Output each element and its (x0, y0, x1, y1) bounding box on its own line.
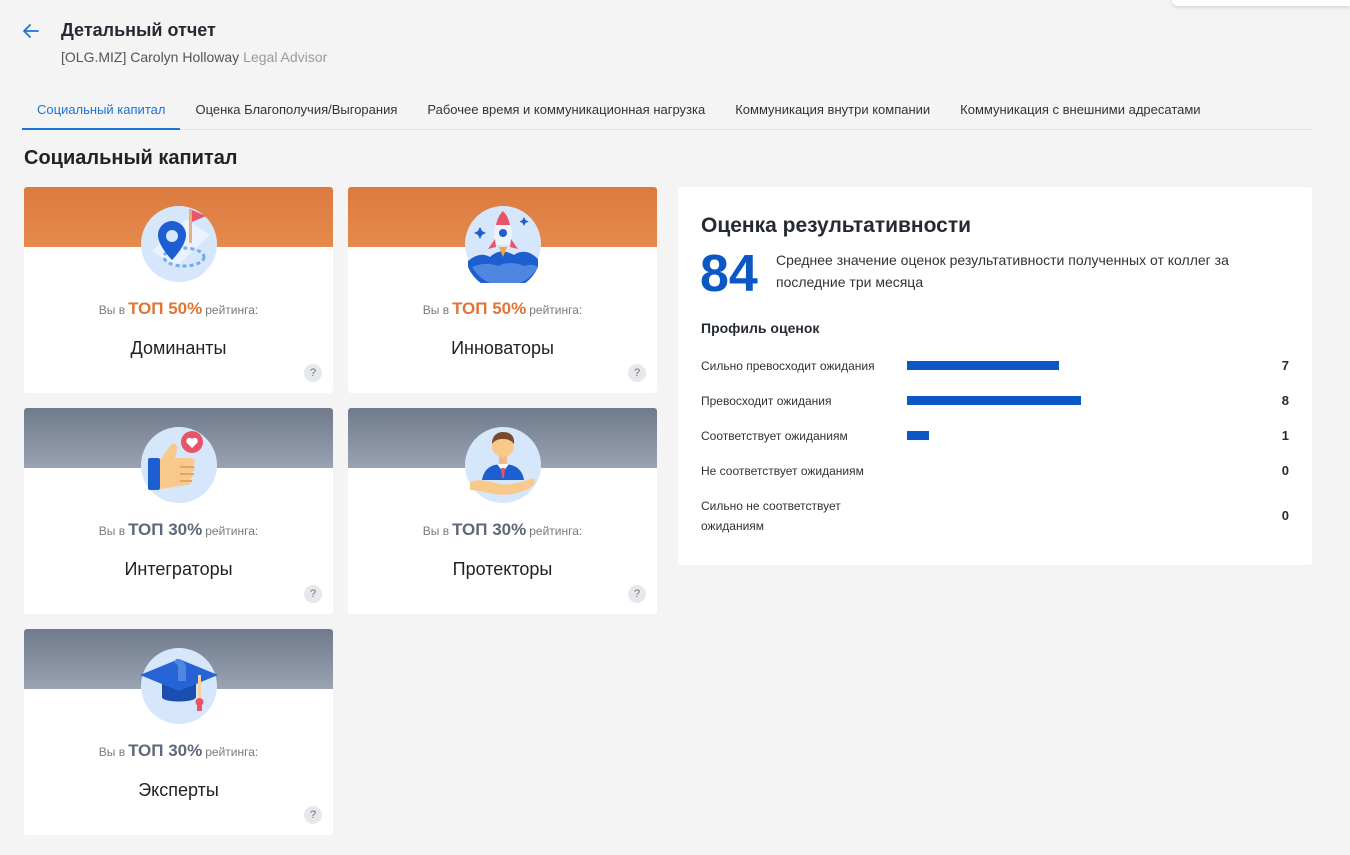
card-protectors: Вы в ТОП 30% рейтинга: Протекторы ? (348, 408, 657, 614)
tab-external-communication[interactable]: Коммуникация с внешними адресатами (945, 90, 1215, 130)
rank-text: Вы в ТОП 50% рейтинга: (422, 299, 583, 318)
performance-panel: Оценка результативности 84 Среднее значе… (678, 187, 1312, 565)
arrow-left-icon (23, 24, 39, 38)
rating-count: 7 (1281, 358, 1289, 373)
card-integrators: Вы в ТОП 30% рейтинга: Интеграторы ? (24, 408, 333, 614)
rating-count: 0 (1281, 508, 1289, 523)
rank-text: Вы в ТОП 30% рейтинга: (98, 741, 259, 760)
user-role: Legal Advisor (243, 49, 328, 65)
performance-score: 84 (700, 245, 758, 303)
rating-row: Соответствует ожиданиям 1 (701, 426, 1289, 446)
rating-label: Сильно не соответствует ожиданиям (701, 499, 841, 533)
rating-label: Сильно превосходит ожидания (701, 359, 875, 373)
rocket-icon (464, 206, 541, 283)
card-title: Доминанты (130, 338, 227, 358)
tab-work-time[interactable]: Рабочее время и коммуникационная нагрузк… (412, 90, 720, 130)
rank-value: ТОП 30% (128, 520, 203, 539)
rank-value: ТОП 50% (128, 299, 203, 318)
card-title: Эксперты (138, 780, 219, 800)
tab-bar: Социальный капитал Оценка Благополучия/В… (22, 90, 1312, 130)
card-title: Интеграторы (124, 559, 233, 579)
rating-row: Не соответствует ожиданиям 0 (701, 461, 1289, 481)
popup-edge (1172, 0, 1350, 6)
rating-count: 0 (1281, 463, 1289, 478)
rating-count: 8 (1281, 393, 1289, 408)
tab-wellbeing[interactable]: Оценка Благополучия/Выгорания (180, 90, 412, 130)
tab-social-capital[interactable]: Социальный капитал (22, 90, 181, 130)
rating-row: Сильно не соответствует ожиданиям 0 (701, 496, 1289, 536)
help-button[interactable]: ? (628, 364, 646, 382)
rating-bar (907, 396, 1081, 405)
card-title: Инноваторы (451, 338, 554, 358)
back-button[interactable] (18, 18, 44, 44)
card-dominants: Вы в ТОП 50% рейтинга: Доминанты ? (24, 187, 333, 393)
user-info: [OLG.MIZ] Carolyn Holloway Legal Advisor (61, 49, 327, 65)
rank-text: Вы в ТОП 30% рейтинга: (422, 520, 583, 539)
card-experts: Вы в ТОП 30% рейтинга: Эксперты ? (24, 629, 333, 835)
performance-description: Среднее значение оценок результативности… (776, 252, 1229, 290)
card-innovators: Вы в ТОП 50% рейтинга: Инноваторы ? (348, 187, 657, 393)
help-button[interactable]: ? (304, 364, 322, 382)
user-name: [OLG.MIZ] Carolyn Holloway (61, 49, 240, 65)
rating-bar (907, 361, 1060, 370)
rating-row: Сильно превосходит ожидания 7 (701, 356, 1289, 376)
rank-value: ТОП 30% (452, 520, 527, 539)
rating-count: 1 (1281, 428, 1289, 443)
rank-text: Вы в ТОП 30% рейтинга: (98, 520, 259, 539)
map-pin-flag-icon (140, 206, 217, 282)
card-title: Протекторы (452, 559, 553, 579)
profile-title: Профиль оценок (701, 320, 820, 336)
tab-internal-communication[interactable]: Коммуникация внутри компании (720, 90, 945, 130)
person-hand-icon (464, 427, 541, 503)
rank-value: ТОП 50% (452, 299, 527, 318)
rating-label: Не соответствует ожиданиям (701, 464, 864, 478)
rating-label: Превосходит ожидания (701, 394, 832, 408)
performance-title: Оценка результативности (701, 214, 972, 237)
help-button[interactable]: ? (628, 585, 646, 603)
thumbs-up-heart-icon (140, 427, 217, 503)
page-title: Детальный отчет (61, 20, 216, 40)
rank-text: Вы в ТОП 50% рейтинга: (98, 299, 259, 318)
graduation-cap-icon (139, 648, 218, 724)
rating-label: Соответствует ожиданиям (701, 429, 848, 443)
help-button[interactable]: ? (304, 585, 322, 603)
rating-bar (907, 431, 929, 440)
section-title: Социальный капитал (24, 147, 238, 169)
rank-value: ТОП 30% (128, 741, 203, 760)
rating-row: Превосходит ожидания 8 (701, 391, 1289, 411)
help-button[interactable]: ? (304, 806, 322, 824)
